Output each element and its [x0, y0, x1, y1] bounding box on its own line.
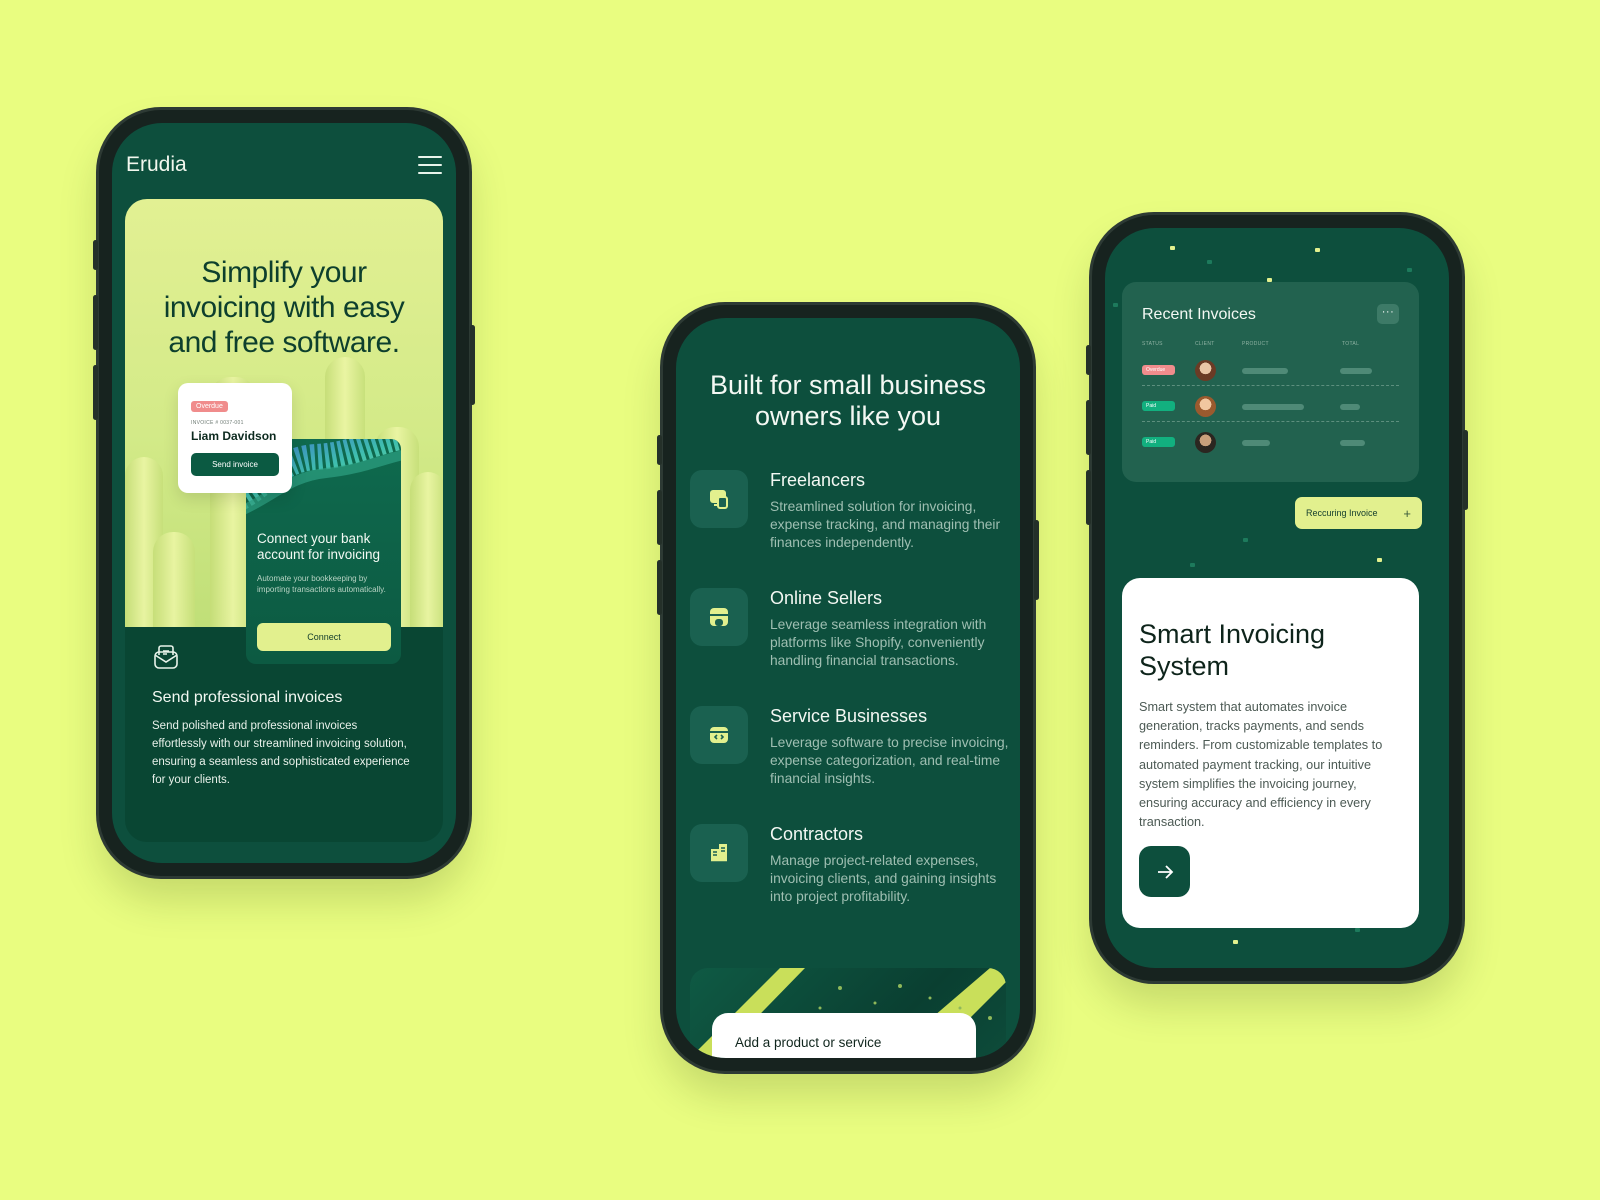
hero-title: Simplify your invoicing with easy and fr… — [163, 256, 405, 359]
bank-card-title: Connect your bank account for invoicing — [257, 531, 381, 562]
code-browser-icon — [690, 706, 748, 764]
segment-description: Manage project-related expenses, invoici… — [770, 853, 997, 904]
logo[interactable]: Erudia — [126, 153, 187, 177]
phone-invoices: Recent Invoices ··· STATUS CLIENT PRODUC… — [1086, 215, 1468, 981]
mail-icon — [154, 645, 178, 669]
screen-landing: Erudia Simplify your invoicing with easy… — [112, 123, 456, 863]
buildings-icon — [690, 824, 748, 882]
phone-segments: Built for small business owners like you… — [657, 305, 1039, 1071]
status-badge: Paid — [1142, 437, 1175, 447]
smart-card-description: Smart system that automates invoice gene… — [1139, 700, 1383, 830]
devices-icon — [690, 470, 748, 528]
segment-description: Leverage software to precise invoicing, … — [770, 735, 1009, 786]
avatar — [1195, 360, 1216, 381]
invoice-number: INVOICE # 0037-001 — [191, 420, 244, 426]
table-row[interactable]: Overdue — [1142, 356, 1399, 386]
segment-title: Service Businesses — [770, 706, 928, 726]
status-badge: Overdue — [1142, 365, 1175, 375]
recent-invoices-card: Recent Invoices ··· STATUS CLIENT PRODUC… — [1122, 282, 1419, 482]
segment-title: Online Sellers — [770, 588, 883, 608]
avatar — [1195, 396, 1216, 417]
smart-invoicing-card: Smart Invoicing System Smart system that… — [1122, 578, 1419, 928]
smart-card-title: Smart Invoicing System — [1139, 619, 1326, 681]
phone-landing: Erudia Simplify your invoicing with easy… — [93, 110, 475, 876]
segment-title: Freelancers — [770, 470, 866, 490]
add-product-button[interactable]: Add a product or service — [712, 1013, 976, 1058]
next-button[interactable] — [1139, 846, 1190, 897]
storefront-icon — [690, 588, 748, 646]
send-invoice-button[interactable]: Send invoice — [191, 453, 279, 476]
screen-segments: Built for small business owners like you… — [676, 318, 1020, 1058]
segment-title: Contractors — [770, 824, 864, 844]
table-row[interactable]: Paid — [1142, 428, 1399, 458]
recurring-invoice-label: Reccuring Invoice — [1306, 508, 1378, 518]
hero-card: Simplify your invoicing with easy and fr… — [125, 199, 443, 842]
bank-card-description: Automate your bookkeeping by importing t… — [257, 574, 386, 594]
feature-title: Send professional invoices — [152, 689, 343, 706]
status-badge: Paid — [1142, 401, 1175, 411]
column-header: STATUS — [1142, 341, 1163, 347]
status-badge: Overdue — [191, 401, 228, 412]
table-row[interactable]: Paid — [1142, 392, 1399, 422]
avatar — [1195, 432, 1216, 453]
connect-button[interactable]: Connect — [257, 623, 391, 651]
feature-description: Send polished and professional invoices … — [152, 720, 410, 786]
section-title: Built for small business owners like you — [709, 370, 987, 431]
arrow-right-icon — [1157, 864, 1173, 879]
client-name: Liam Davidson — [191, 429, 277, 443]
segment-description: Leverage seamless integration with platf… — [770, 617, 987, 668]
hamburger-icon[interactable] — [418, 156, 442, 174]
screen-invoices: Recent Invoices ··· STATUS CLIENT PRODUC… — [1105, 228, 1449, 968]
plus-icon: + — [1403, 505, 1411, 521]
more-options-icon[interactable]: ··· — [1377, 304, 1399, 324]
column-header: TOTAL — [1342, 341, 1360, 347]
recurring-invoice-button[interactable]: Reccuring Invoice + — [1295, 497, 1422, 529]
recent-invoices-title: Recent Invoices — [1142, 306, 1256, 323]
column-header: CLIENT — [1195, 341, 1215, 347]
column-header: PRODUCT — [1242, 341, 1269, 347]
invoice-card: Overdue INVOICE # 0037-001 Liam Davidson… — [178, 383, 292, 493]
app-header: Erudia — [126, 147, 442, 183]
segment-description: Streamlined solution for invoicing, expe… — [770, 499, 1001, 550]
